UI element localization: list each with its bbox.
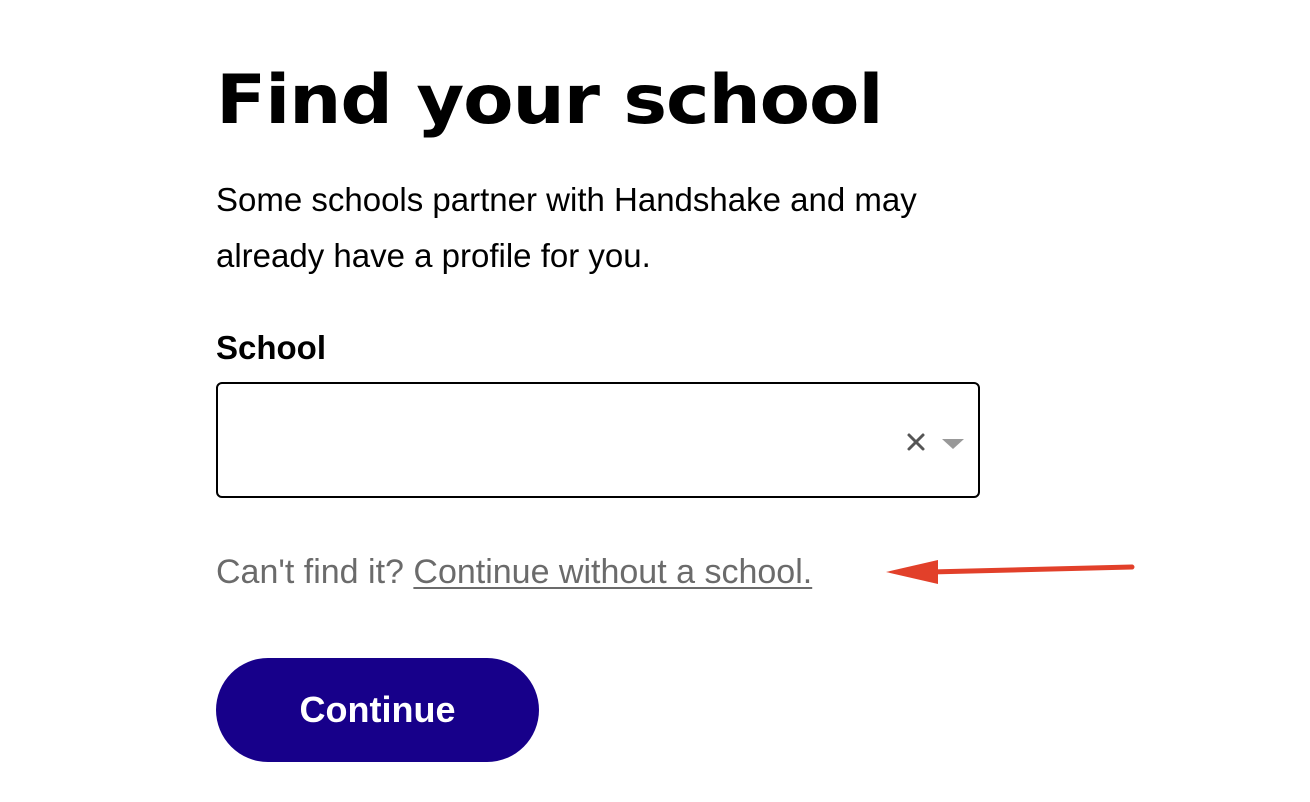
- caret-down-icon[interactable]: [940, 436, 966, 452]
- page-subtitle: Some schools partner with Handshake and …: [216, 181, 917, 274]
- cant-find-prompt: Can't find it?: [216, 553, 414, 591]
- continue-without-school-link[interactable]: Continue without a school.: [413, 553, 812, 591]
- page-title: Find your school: [216, 61, 884, 140]
- school-search-input[interactable]: [238, 414, 882, 468]
- school-select[interactable]: [216, 382, 980, 498]
- annotation-arrow-icon: [886, 560, 1135, 584]
- school-field-label: School: [216, 329, 327, 366]
- cant-find-school-text: Can't find it? Continue without a school…: [216, 550, 812, 594]
- clear-icon[interactable]: [902, 428, 930, 456]
- continue-button[interactable]: Continue: [216, 658, 539, 762]
